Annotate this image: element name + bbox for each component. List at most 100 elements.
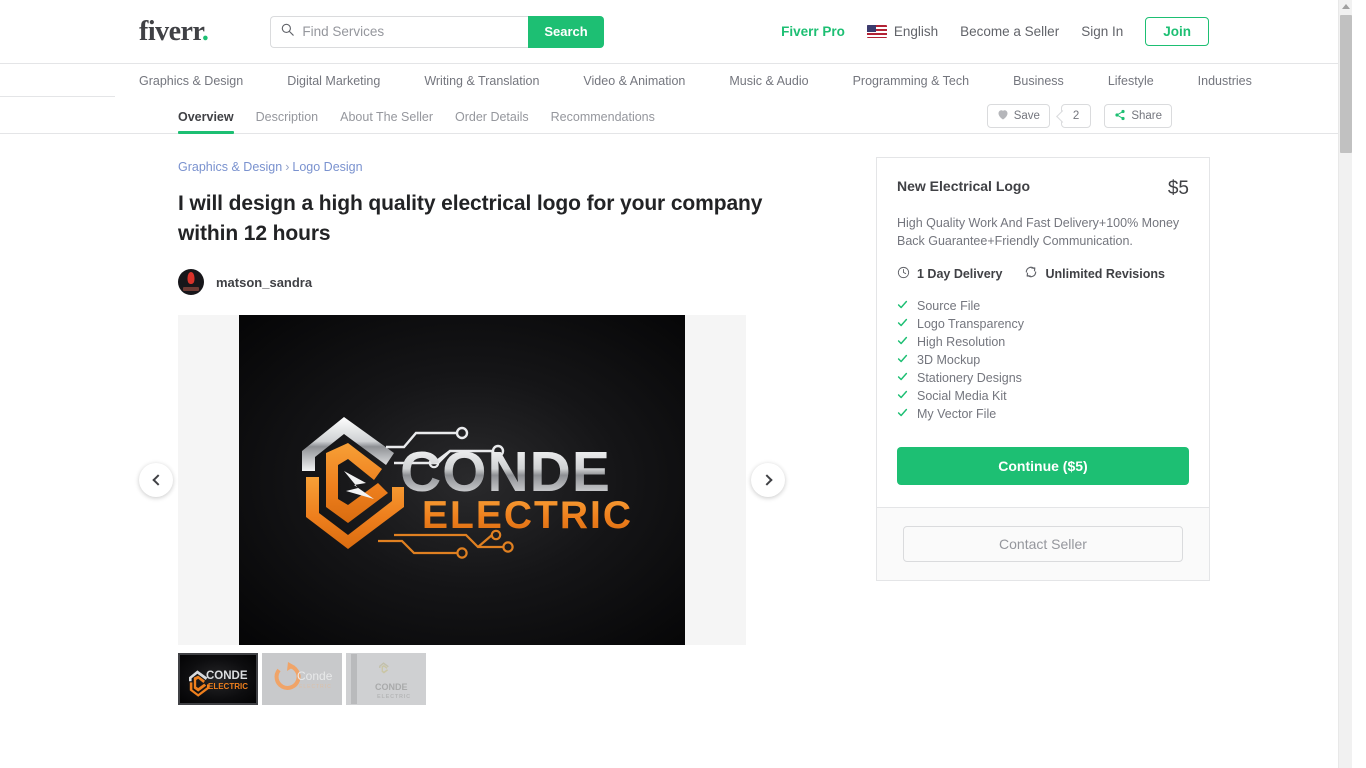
gig-tabs: Overview Description About The Seller Or… [178,97,655,134]
language-selector[interactable]: English [866,24,938,39]
search-input[interactable] [302,24,521,39]
logo-dot: . [201,15,209,47]
chevron-left-icon [151,474,164,486]
save-count[interactable]: 2 [1060,104,1092,128]
conde-electric-logo-artwork: CONDE ELECTRIC [302,417,633,559]
contact-seller-button[interactable]: Contact Seller [903,526,1183,562]
gig-gallery: CONDE ELECTRIC [139,315,785,645]
page-scrollbar[interactable] [1338,0,1352,768]
feature-label: Source File [917,299,981,313]
feature-label: High Resolution [917,335,1006,349]
nav-become-a-seller[interactable]: Become a Seller [960,24,1059,39]
gallery-next-button[interactable] [751,463,785,497]
check-icon [897,369,908,387]
category-digital-marketing[interactable]: Digital Marketing [287,74,380,88]
package-meta: 1 Day Delivery Unlimited Revisions [897,265,1189,282]
package-features: Source File Logo Transparency High Resol… [897,297,1189,429]
continue-button[interactable]: Continue ($5) [897,447,1189,485]
contact-seller-section: Contact Seller [876,508,1210,581]
nav-sign-in[interactable]: Sign In [1081,24,1123,39]
gallery-prev-button[interactable] [139,463,173,497]
breadcrumb-child[interactable]: Logo Design [292,160,362,174]
check-icon [897,351,908,369]
join-button[interactable]: Join [1145,17,1209,46]
delivery-label: 1 Day Delivery [917,266,1003,281]
search-icon [281,23,295,41]
thumbnail-3[interactable]: CONDE ELECTRIC [346,653,426,705]
tab-about-the-seller[interactable]: About The Seller [340,110,433,133]
share-label: Share [1131,110,1162,122]
avatar[interactable] [178,269,204,295]
category-nav: Graphics & Design Digital Marketing Writ… [0,64,1352,97]
package-header: New Electrical Logo $5 [897,178,1189,200]
package-price: $5 [1167,178,1189,199]
package-name: New Electrical Logo [897,178,1031,194]
check-icon [897,405,908,423]
nav-fiverr-pro[interactable]: Fiverr Pro [781,24,845,39]
gallery-main-image[interactable]: CONDE ELECTRIC [239,315,685,645]
feature-label: My Vector File [917,407,997,421]
category-writing-translation[interactable]: Writing & Translation [424,74,539,88]
svg-text:ELECTRIC: ELECTRIC [299,684,332,690]
category-video-animation[interactable]: Video & Animation [583,74,685,88]
svg-text:CONDE: CONDE [206,670,248,682]
seller-username[interactable]: matson_sandra [216,275,312,290]
tab-overview[interactable]: Overview [178,110,234,134]
thumbnail-1[interactable]: CONDE ELECTRIC [178,653,258,705]
category-graphics-design[interactable]: Graphics & Design [139,74,243,88]
category-business[interactable]: Business [1013,74,1064,88]
category-lifestyle[interactable]: Lifestyle [1108,74,1154,88]
category-industries[interactable]: Industries [1198,74,1252,88]
continue-wrapper: Continue ($5) [877,429,1209,507]
search-input-wrapper[interactable] [270,15,529,48]
main-content: Graphics & Design › Logo Design I will des… [0,134,1352,768]
tab-order-details[interactable]: Order Details [455,110,529,133]
chevron-right-icon [760,474,773,486]
check-icon [897,387,908,405]
refresh-icon [1024,265,1038,282]
us-flag-icon [866,25,887,38]
fiverr-logo[interactable]: fiverr. [139,15,209,47]
feature-label: Stationery Designs [917,371,1022,385]
search-button[interactable]: Search [528,15,604,48]
tab-recommendations[interactable]: Recommendations [551,110,655,133]
category-music-audio[interactable]: Music & Audio [729,74,808,88]
feature-item: Source File [897,297,1189,315]
package-top: New Electrical Logo $5 High Quality Work… [877,158,1209,429]
share-icon [1114,109,1126,124]
heart-icon [997,109,1009,123]
feature-label: Logo Transparency [917,317,1025,331]
scrollbar-up-arrow-icon[interactable] [1341,4,1350,9]
search-bar: Search [270,15,604,48]
svg-text:ELECTRIC: ELECTRIC [208,682,248,691]
clock-icon [897,266,910,282]
svg-text:ELECTRIC: ELECTRIC [377,694,411,700]
check-icon [897,333,908,351]
thumbnail-2[interactable]: Conde ELECTRIC [262,653,342,705]
site-header: fiverr. Search Fiverr Pro English Become… [0,0,1352,64]
check-icon [897,315,908,333]
check-icon [897,297,908,315]
tab-description[interactable]: Description [256,110,319,133]
svg-text:CONDE: CONDE [375,682,408,692]
header-nav: Fiverr Pro English Become a Seller Sign … [781,17,1352,46]
save-button[interactable]: Save [986,104,1050,128]
feature-item: Logo Transparency [897,315,1189,333]
save-label: Save [1013,110,1040,122]
feature-item: 3D Mockup [897,351,1189,369]
page-root: fiverr. Search Fiverr Pro English Become… [0,0,1352,768]
gig-title: I will design a high quality electrical … [178,192,763,245]
package-description: High Quality Work And Fast Delivery+100%… [897,216,1180,248]
scrollbar-thumb[interactable] [1340,15,1352,153]
seller-row[interactable]: matson_sandra [178,269,838,295]
breadcrumb-parent[interactable]: Graphics & Design [178,160,282,174]
language-label[interactable]: English [894,24,938,39]
delivery-time: 1 Day Delivery [897,266,1002,282]
feature-label: Social Media Kit [917,389,1007,403]
category-programming-tech[interactable]: Programming & Tech [853,74,970,88]
svg-text:ELECTRIC: ELECTRIC [422,494,633,537]
gig-left-column: Graphics & Design › Logo Design I will des… [139,134,838,768]
share-button[interactable]: Share [1104,104,1172,128]
feature-item: Social Media Kit [897,387,1189,405]
revisions-label: Unlimited Revisions [1045,266,1165,281]
